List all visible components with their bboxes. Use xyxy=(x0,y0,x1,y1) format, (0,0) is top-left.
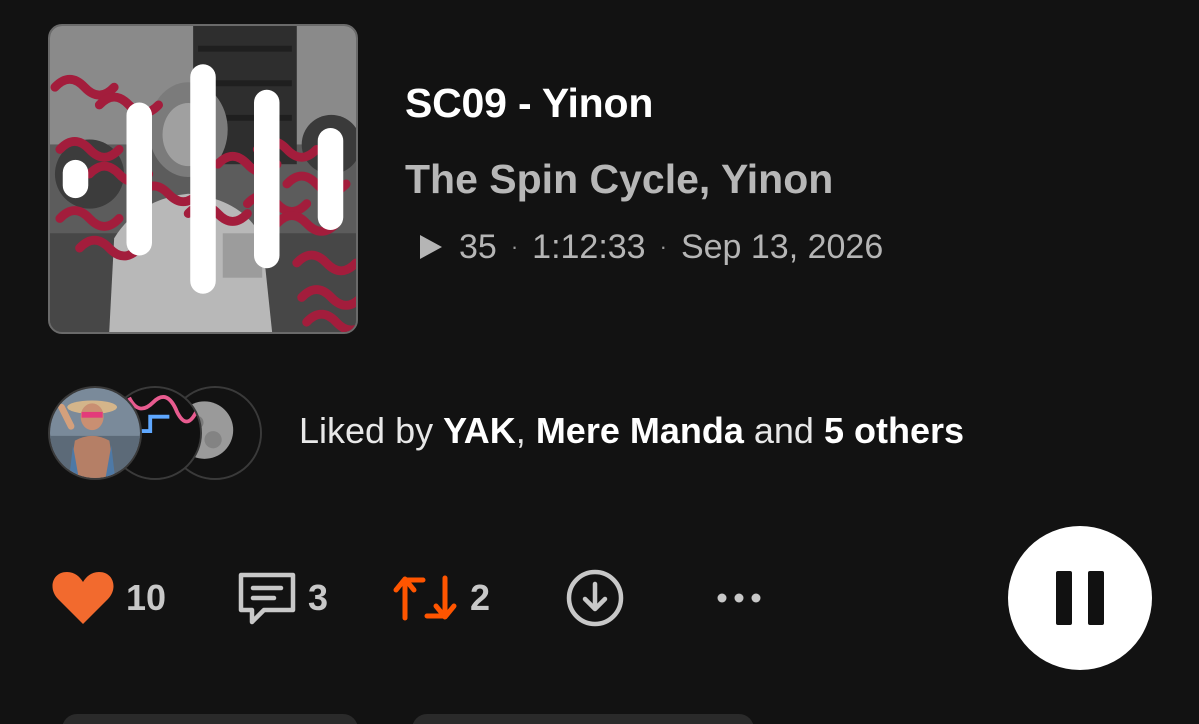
heart-icon xyxy=(52,572,114,624)
comment-icon xyxy=(238,572,296,625)
pause-icon xyxy=(1088,571,1104,625)
more-button[interactable] xyxy=(714,568,764,628)
meta-separator: · xyxy=(510,234,519,259)
avatar[interactable] xyxy=(48,386,142,480)
liked-by-user[interactable]: YAK xyxy=(443,410,516,451)
liked-by-user[interactable]: Mere Manda xyxy=(536,410,744,451)
liked-by-middle: and xyxy=(743,410,824,451)
track-meta: 35 · 1:12:33 · Sep 13, 2026 xyxy=(405,227,883,267)
like-count: 10 xyxy=(126,577,167,618)
pause-button[interactable] xyxy=(1008,526,1152,670)
repost-icon xyxy=(393,575,457,621)
pause-icon xyxy=(1056,571,1072,625)
meta-separator: · xyxy=(659,234,667,259)
track-artwork[interactable] xyxy=(48,24,358,334)
download-button[interactable] xyxy=(564,568,626,628)
track-info: SC09 - Yinon The Spin Cycle, Yinon 35 · … xyxy=(405,78,883,267)
liked-by-others[interactable]: 5 others xyxy=(824,410,964,451)
comment-count: 3 xyxy=(308,577,329,618)
like-button[interactable]: 10 xyxy=(50,568,166,628)
repost-count: 2 xyxy=(470,577,491,618)
tag-pill[interactable] xyxy=(412,714,754,724)
track-duration: 1:12:33 xyxy=(532,227,646,266)
play-icon xyxy=(420,235,442,259)
more-icon xyxy=(717,593,761,603)
play-count: 35 xyxy=(459,227,497,266)
liked-by-text[interactable]: Liked by YAK, Mere Manda and 5 others xyxy=(299,410,964,452)
track-artists[interactable]: The Spin Cycle, Yinon xyxy=(405,154,883,204)
likers-avatars[interactable] xyxy=(48,386,288,481)
liked-by-prefix: Liked by xyxy=(299,410,444,451)
track-actions: 10 3 2 xyxy=(50,568,950,628)
track-title[interactable]: SC09 - Yinon xyxy=(405,78,883,128)
repost-button[interactable]: 2 xyxy=(390,568,490,628)
download-icon xyxy=(566,569,624,627)
tag-pill[interactable] xyxy=(62,714,358,724)
liked-by-comma: , xyxy=(515,410,536,451)
comment-button[interactable]: 3 xyxy=(236,568,328,628)
track-date: Sep 13, 2026 xyxy=(680,227,884,266)
waveform-icon xyxy=(62,64,344,294)
